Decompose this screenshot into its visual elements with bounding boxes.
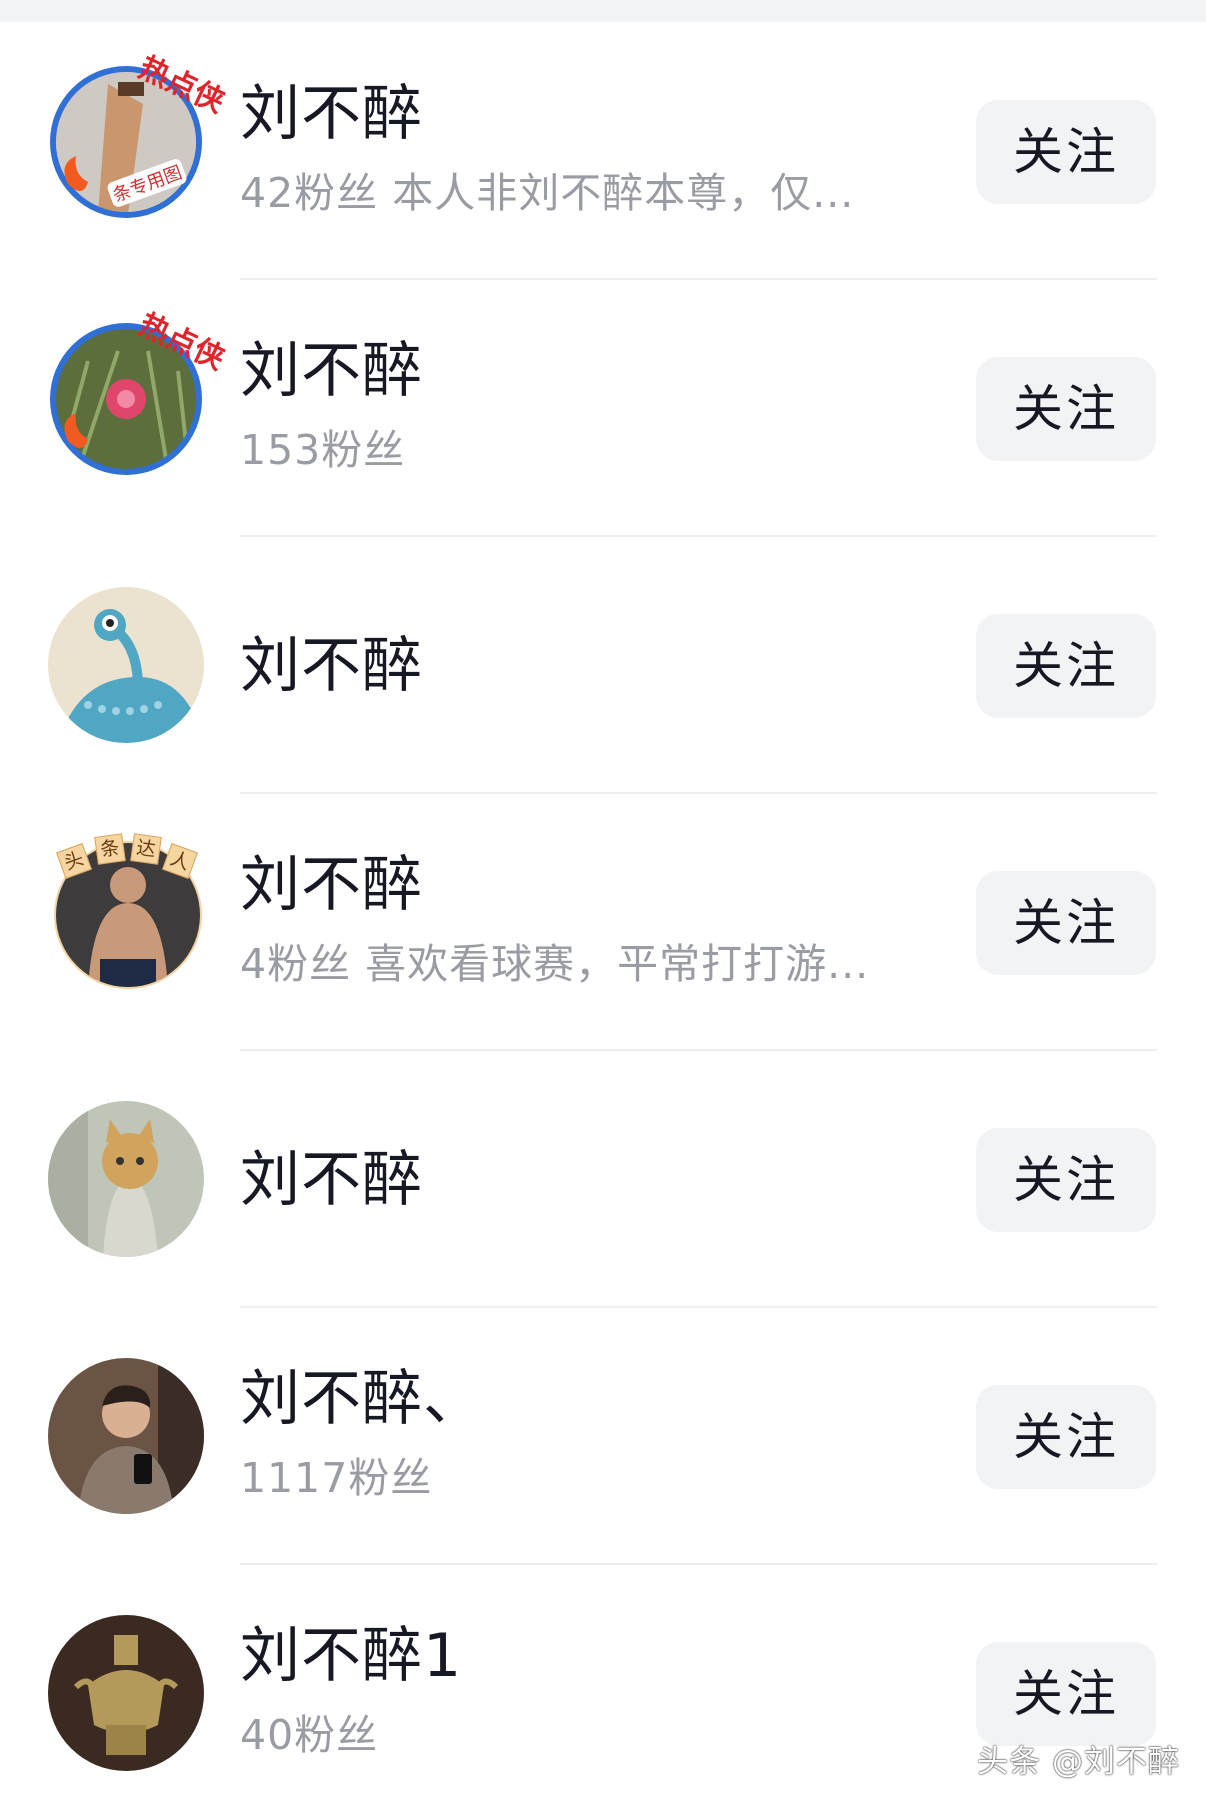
search-results-page: 热点侠 条专用图 刘不醉 42粉丝 本人非刘不醉本尊，仅... 关注 热点侠 刘… xyxy=(0,0,1206,1809)
user-subtitle: 153粉丝 xyxy=(240,426,406,474)
toutiao-daren-avatar-icon[interactable]: 头 条 达 人 xyxy=(48,833,204,989)
user-row[interactable]: 热点侠 刘不醉 153粉丝 关注 xyxy=(0,279,1206,537)
user-name[interactable]: 刘不醉 xyxy=(240,631,423,701)
user-name[interactable]: 刘不醉 xyxy=(240,336,423,406)
bronze-vessel-avatar-icon[interactable] xyxy=(48,1615,204,1771)
user-name[interactable]: 刘不醉、 xyxy=(240,1364,484,1434)
user-name[interactable]: 刘不醉 xyxy=(240,850,423,920)
badge-ribbon: 头 条 达 人 xyxy=(56,833,198,879)
man-selfie-avatar-icon[interactable] xyxy=(48,1358,204,1514)
hot-badge-avatar-icon[interactable]: 热点侠 条专用图 xyxy=(48,50,230,220)
kitten-avatar-icon[interactable] xyxy=(48,1101,204,1257)
user-row[interactable]: 头 条 达 人 刘不醉 4粉丝 喜欢看球赛，平常打打游... 关注 xyxy=(0,793,1206,1051)
user-subtitle: 1117粉丝 xyxy=(240,1454,433,1502)
follow-button[interactable]: 关注 xyxy=(976,1642,1156,1746)
user-row[interactable]: 刘不醉、 1117粉丝 关注 xyxy=(0,1307,1206,1565)
follow-button[interactable]: 关注 xyxy=(976,100,1156,204)
badge-char: 达 xyxy=(130,833,162,865)
follow-button[interactable]: 关注 xyxy=(976,357,1156,461)
user-subtitle: 40粉丝 xyxy=(240,1711,379,1759)
flower-avatar-icon[interactable]: 热点侠 xyxy=(48,307,230,477)
user-subtitle: 4粉丝 喜欢看球赛，平常打打游... xyxy=(240,940,870,988)
badge-char: 条 xyxy=(94,833,126,865)
follow-button[interactable]: 关注 xyxy=(976,871,1156,975)
user-subtitle: 42粉丝 本人非刘不醉本尊，仅... xyxy=(240,169,855,217)
user-name[interactable]: 刘不醉 xyxy=(240,79,423,149)
follow-button[interactable]: 关注 xyxy=(976,614,1156,718)
user-row[interactable]: 刘不醉 关注 xyxy=(0,1050,1206,1308)
user-row[interactable]: 刘不醉 关注 xyxy=(0,536,1206,794)
watermark: 头条 @刘不醉 xyxy=(977,1744,1180,1780)
user-name[interactable]: 刘不醉 xyxy=(240,1145,423,1215)
user-name[interactable]: 刘不醉1 xyxy=(240,1621,462,1691)
follow-button[interactable]: 关注 xyxy=(976,1385,1156,1489)
follow-button[interactable]: 关注 xyxy=(976,1128,1156,1232)
top-strip xyxy=(0,0,1206,22)
alien-avatar-icon[interactable] xyxy=(48,587,204,743)
user-row[interactable]: 热点侠 条专用图 刘不醉 42粉丝 本人非刘不醉本尊，仅... 关注 xyxy=(0,22,1206,280)
